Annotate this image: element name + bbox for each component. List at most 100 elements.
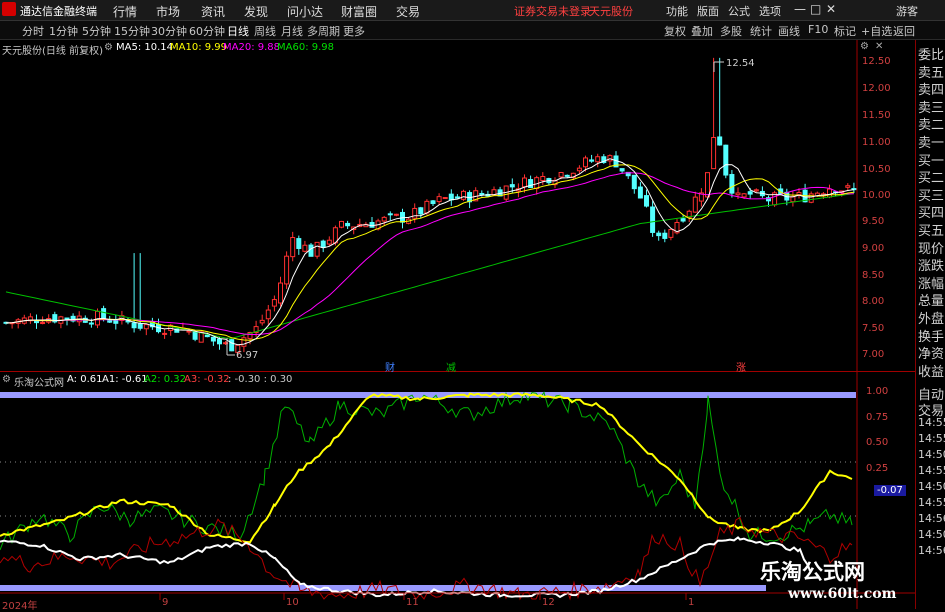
menu-ask[interactable]: 问小达 <box>287 3 323 20</box>
tab-more[interactable]: 更多 <box>343 23 365 39</box>
menu-options[interactable]: 选项 <box>759 3 781 19</box>
quote-label: 涨跌 <box>918 259 945 275</box>
ind-tick: 1.00 <box>866 386 889 397</box>
menu-news[interactable]: 资讯 <box>201 3 225 20</box>
menu-wealth[interactable]: 财富圈 <box>341 3 377 20</box>
candle <box>229 339 235 352</box>
kline-chart[interactable] <box>0 40 915 609</box>
candle <box>540 176 546 182</box>
mark-button[interactable]: 标记 <box>834 23 856 39</box>
f10-button[interactable]: F10 <box>808 23 828 36</box>
tab-multi-period[interactable]: 多周期 <box>307 23 340 39</box>
candle <box>241 337 247 347</box>
candle <box>131 322 137 329</box>
adjust-button[interactable]: 复权 <box>664 23 686 39</box>
x-tick: 10 <box>286 597 299 608</box>
candle <box>680 218 686 222</box>
indicator-a2: A2: 0.32 <box>144 374 187 385</box>
candle <box>424 200 430 214</box>
candle <box>796 192 802 196</box>
candle <box>827 188 832 198</box>
indicator-settings-icon[interactable]: ⚙ <box>2 374 11 385</box>
candle <box>259 319 265 324</box>
price-tick: 8.50 <box>862 270 885 281</box>
add-favorite-button[interactable]: +自选 <box>861 23 892 39</box>
candle <box>381 216 387 222</box>
candle <box>95 310 100 326</box>
candle <box>314 241 320 257</box>
tab-60min[interactable]: 60分钟 <box>189 23 225 39</box>
indicator-a: A: 0.61 <box>67 374 103 385</box>
overlay-button[interactable]: 叠加 <box>691 23 713 39</box>
tab-intraday[interactable]: 分时 <box>22 23 44 39</box>
quote-label: 买二 <box>918 171 945 187</box>
candle <box>436 196 442 203</box>
quote-label: 换手 <box>918 329 945 345</box>
close-icon[interactable]: ✕ <box>826 2 836 16</box>
candle <box>290 237 296 258</box>
event-marker-reduce[interactable]: 减 <box>446 359 456 374</box>
tab-daily[interactable]: 日线 <box>227 23 249 39</box>
quote-label: 外盘 <box>918 312 945 327</box>
quote-label: 卖五 <box>918 65 945 81</box>
event-marker-finance[interactable]: 财 <box>385 359 395 374</box>
candle <box>186 330 192 333</box>
menu-discover[interactable]: 发现 <box>244 3 268 20</box>
back-button[interactable]: 返回 <box>893 23 915 39</box>
statistics-button[interactable]: 统计 <box>750 23 772 39</box>
indicator-side-label: 14:50 <box>918 448 945 461</box>
menu-layout[interactable]: 版面 <box>697 3 719 19</box>
candle <box>729 174 735 194</box>
candles-group <box>3 57 857 357</box>
candle <box>723 144 729 176</box>
candle <box>369 222 375 228</box>
draw-line-button[interactable]: 画线 <box>778 23 800 39</box>
high-price-label: 12.54 <box>726 58 755 69</box>
quote-label: 买一 <box>918 153 945 169</box>
period-toolbar: 分时 1分钟 5分钟 15分钟 30分钟 60分钟 日线 周线 月线 多周期 更… <box>0 21 945 40</box>
tab-weekly[interactable]: 周线 <box>254 23 276 39</box>
menu-market[interactable]: 市场 <box>156 3 180 20</box>
quote-label: 卖四 <box>918 83 945 99</box>
price-tick: 7.50 <box>862 323 885 334</box>
candle <box>589 159 595 162</box>
tab-15min[interactable]: 15分钟 <box>114 23 150 39</box>
candle <box>607 155 613 162</box>
tab-1min[interactable]: 1分钟 <box>49 23 78 39</box>
candle <box>302 244 308 252</box>
candle <box>644 195 649 207</box>
menu-formula[interactable]: 公式 <box>728 3 750 19</box>
quote-label: 买四 <box>918 206 945 222</box>
tab-monthly[interactable]: 月线 <box>281 23 303 39</box>
user-guest[interactable]: 游客 <box>896 3 918 19</box>
low-price-label: 6.97 <box>236 350 259 361</box>
menu-hangqing[interactable]: 行情 <box>113 3 137 20</box>
menu-trade[interactable]: 交易 <box>396 3 420 20</box>
indicator-side-label: 14:50 <box>918 528 945 541</box>
menu-function[interactable]: 功能 <box>666 3 688 19</box>
ind-tick: 0.75 <box>866 412 889 423</box>
x-tick: 1 <box>688 597 695 608</box>
candle <box>583 157 588 168</box>
candle <box>717 136 723 146</box>
ma10-line <box>5 164 854 341</box>
quote-label: 卖三 <box>918 100 945 116</box>
ind-tick: 0.25 <box>866 463 889 474</box>
candle <box>692 196 698 213</box>
minimize-icon[interactable]: — <box>794 2 806 16</box>
candle <box>735 192 741 196</box>
tab-30min[interactable]: 30分钟 <box>151 23 187 39</box>
indicator-side-label: 14:55 <box>918 496 945 509</box>
ind-tick: 0.50 <box>866 437 889 448</box>
maximize-icon[interactable]: □ <box>810 2 821 16</box>
event-marker-rise[interactable]: 涨 <box>736 359 746 374</box>
candle <box>558 172 564 178</box>
price-tick: 11.00 <box>862 137 891 148</box>
candle <box>650 206 656 233</box>
candle <box>418 207 424 215</box>
login-warning[interactable]: 证券交易未登录 <box>514 3 591 19</box>
candle <box>320 240 326 248</box>
quote-label: 现价 <box>918 241 945 257</box>
multi-stock-button[interactable]: 多股 <box>720 23 742 39</box>
tab-5min[interactable]: 5分钟 <box>82 23 111 39</box>
